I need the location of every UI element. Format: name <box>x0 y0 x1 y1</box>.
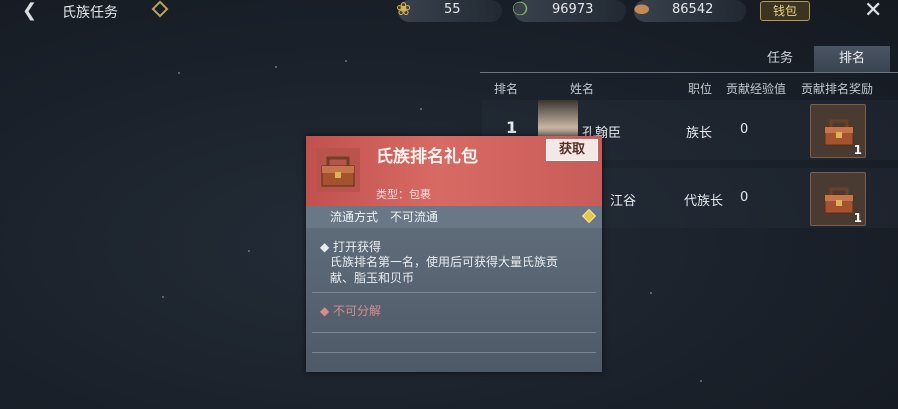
diamond-icon[interactable] <box>151 0 169 18</box>
resource-value: 86542 <box>672 2 714 17</box>
resource-value: 55 <box>444 2 461 17</box>
wallet-button[interactable]: 钱包 <box>760 1 810 21</box>
header-contribution: 贡献经验值 <box>726 82 787 96</box>
tab-task[interactable]: 任务 <box>752 46 808 72</box>
star-dot <box>345 60 347 62</box>
header-rank: 排名 <box>494 82 519 96</box>
get-button[interactable]: 获取 <box>546 139 598 161</box>
star-dot <box>178 72 180 74</box>
chest-icon <box>316 148 360 192</box>
tab-divider <box>480 72 898 73</box>
rank-cell: 1 <box>506 118 518 137</box>
top-bar: ❮ 氏族任务 ❀ 55 ❍ 96973 ⬬ 86542 钱包 ✕ <box>0 0 898 24</box>
resource-value: 96973 <box>552 2 594 17</box>
no-decompose-text: 不可分解 <box>333 304 382 318</box>
divider <box>312 352 596 353</box>
divider <box>312 332 596 333</box>
chest-icon <box>824 187 854 214</box>
shell-coin-icon: ⬬ <box>634 0 650 20</box>
contribution-cell: 0 <box>740 122 749 137</box>
resource-feather: ❀ 55 <box>396 0 502 22</box>
position-cell: 族长 <box>686 126 713 141</box>
tooltip-body: ◆ 打开获得 氏族排名第一名，使用后可获得大量氏族贡献、脂玉和贝币 ◆ 不可分解 <box>306 228 602 372</box>
open-title: ◆ 打开获得 <box>320 240 382 254</box>
star-dot <box>650 292 652 294</box>
header-position: 职位 <box>688 82 713 96</box>
open-description: 氏族排名第一名，使用后可获得大量氏族贡献、脂玉和贝币 <box>330 255 559 285</box>
resource-jade: ❍ 96973 <box>512 0 626 22</box>
back-arrow-icon[interactable]: ❮ <box>22 2 42 22</box>
jade-coin-icon: ❍ <box>512 0 529 20</box>
reward-item[interactable]: 1 <box>810 104 866 158</box>
contribution-cell: 0 <box>740 190 749 205</box>
item-name: 氏族排名礼包 <box>376 147 478 167</box>
tab-rank[interactable]: 排名 <box>814 46 890 72</box>
close-icon[interactable]: ✕ <box>864 0 882 23</box>
no-decompose: ◆ 不可分解 <box>320 304 382 318</box>
chest-icon <box>824 119 854 146</box>
name-cell: 江谷 <box>610 194 637 209</box>
item-type: 类型：包裹 <box>376 188 431 201</box>
tooltip-header: 氏族排名礼包 获取 类型：包裹 <box>306 136 602 206</box>
header-name: 姓名 <box>570 82 595 96</box>
reward-count: 1 <box>853 143 862 157</box>
resource-shell: ⬬ 86542 <box>634 0 746 22</box>
diamond-marker-icon <box>581 208 597 224</box>
circulation-bar: 流通方式 不可流通 <box>306 206 602 228</box>
item-tooltip: 氏族排名礼包 获取 类型：包裹 流通方式 不可流通 ◆ 打开获得 氏族排名第一名… <box>306 136 602 372</box>
circulation-text: 流通方式 不可流通 <box>330 210 439 224</box>
open-title-text: 打开获得 <box>333 240 382 254</box>
star-dot <box>162 296 164 298</box>
star-dot <box>275 66 277 68</box>
page-title: 氏族任务 <box>62 5 118 21</box>
star-dot <box>700 380 702 382</box>
reward-item[interactable]: 1 <box>810 172 866 226</box>
divider <box>312 292 596 293</box>
position-cell: 代族长 <box>684 194 724 209</box>
reward-count: 1 <box>853 211 862 225</box>
star-dot <box>248 250 250 252</box>
feather-icon: ❀ <box>396 0 412 20</box>
header-reward: 贡献排名奖励 <box>801 82 874 96</box>
star-dot <box>420 108 422 110</box>
